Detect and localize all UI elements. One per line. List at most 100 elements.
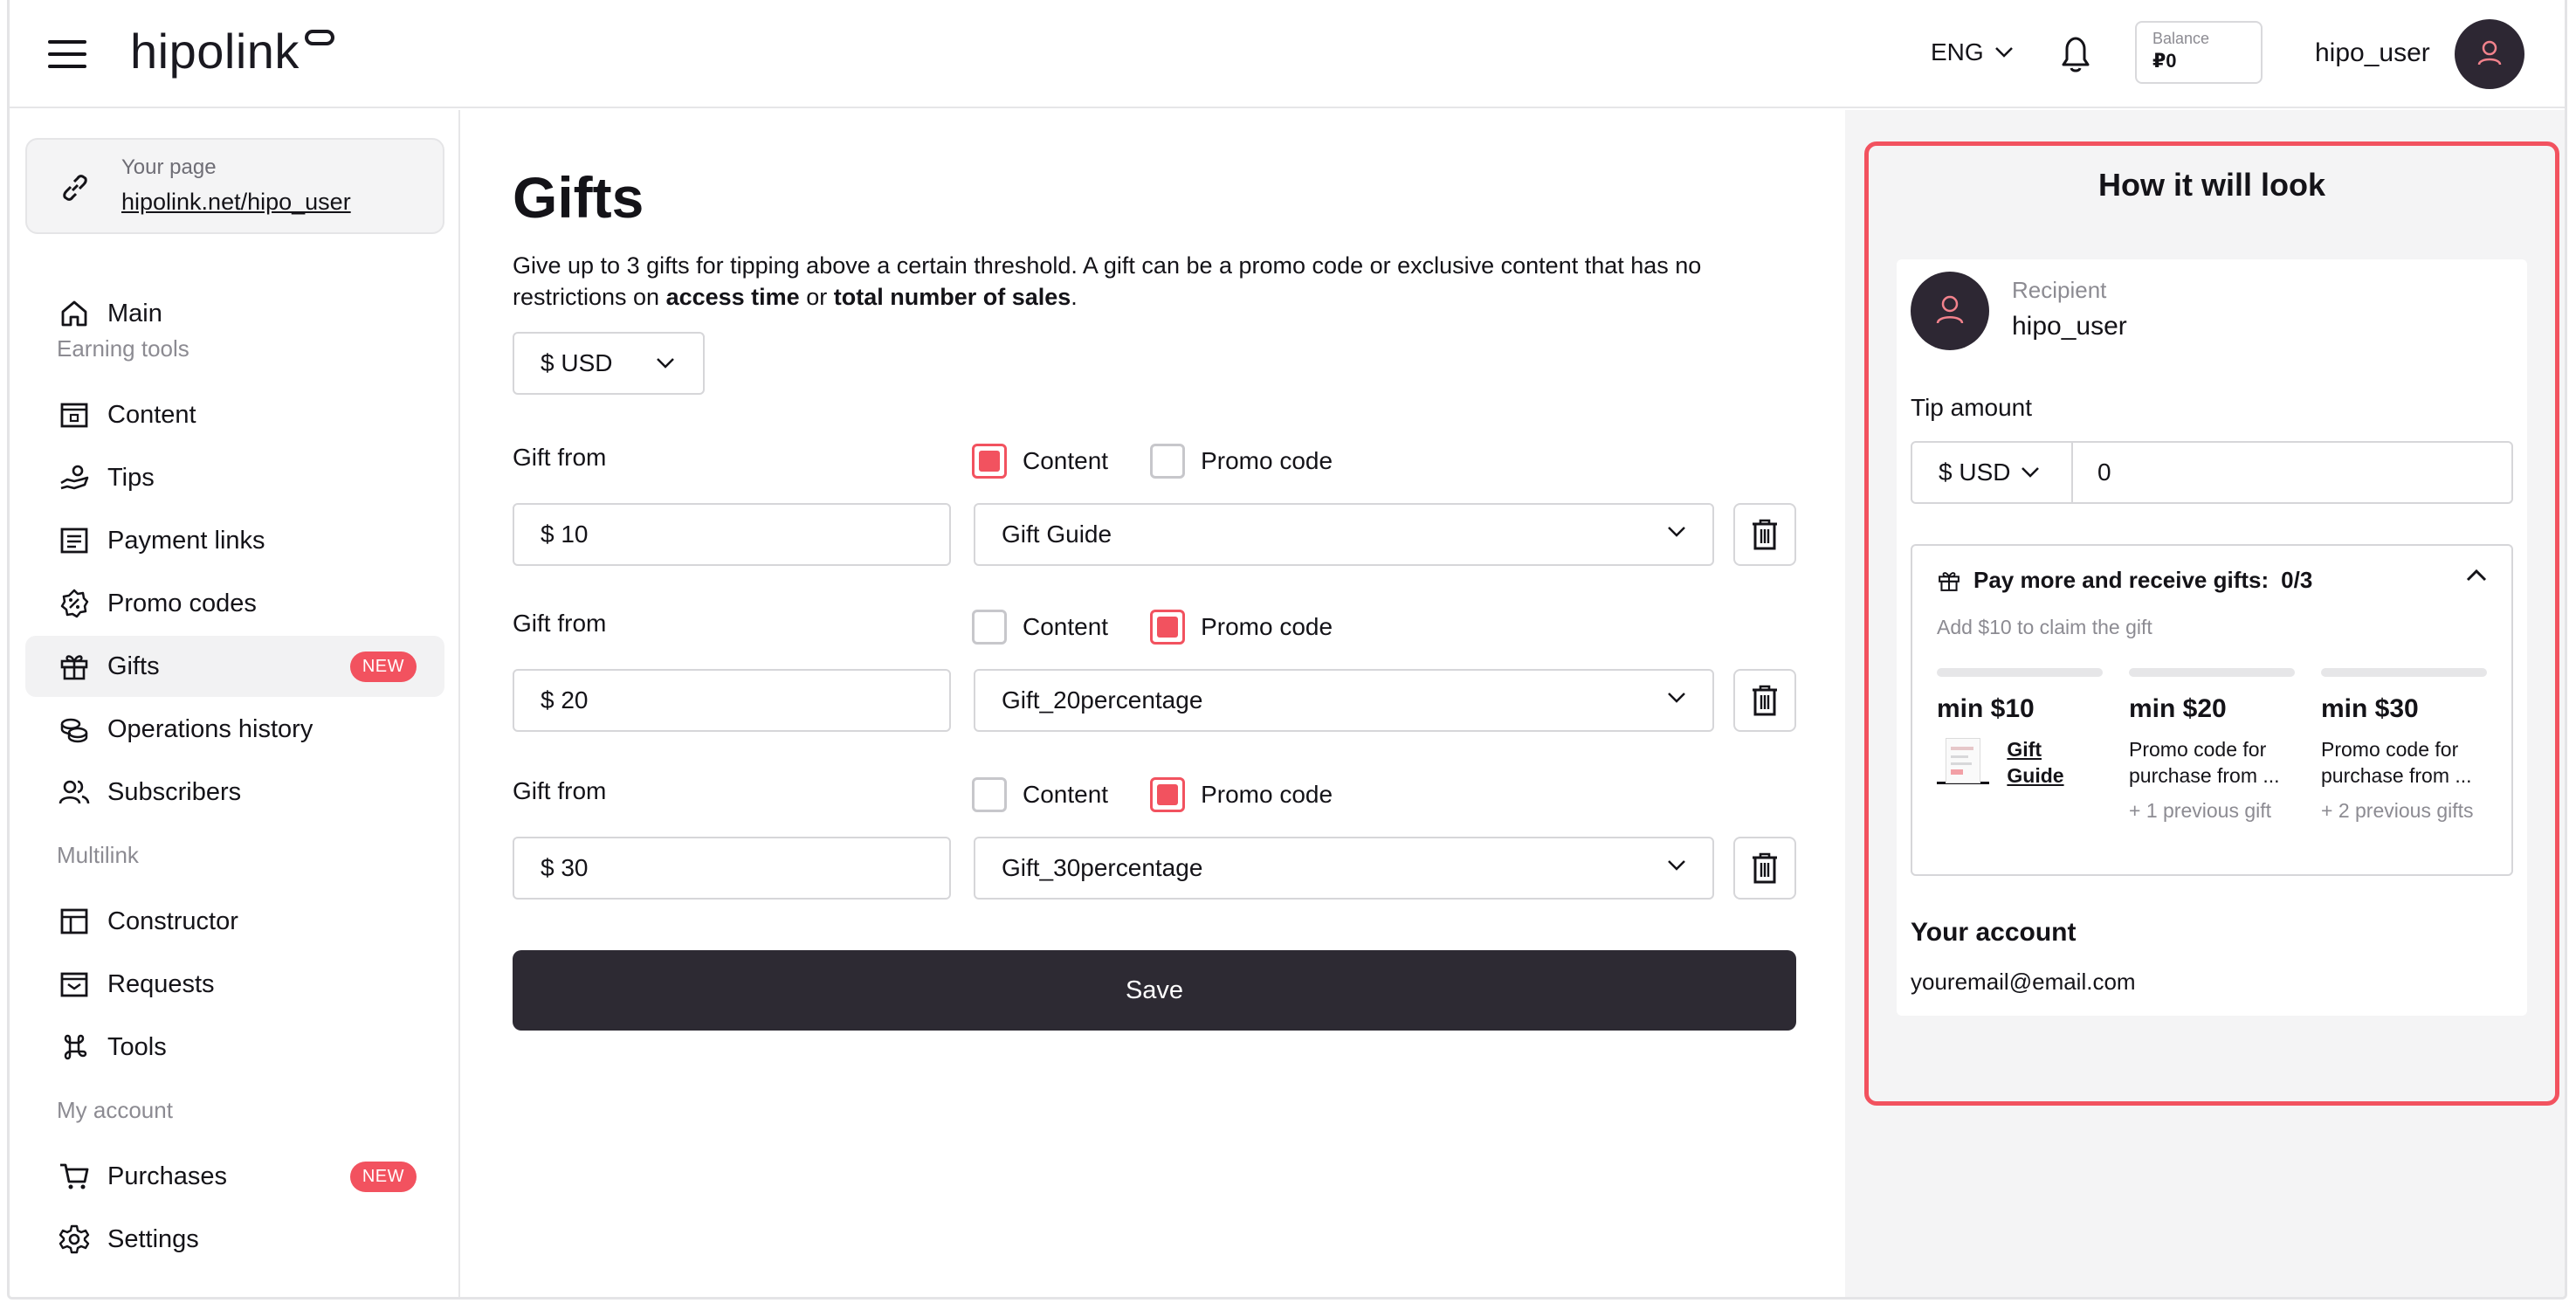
logo-mark-icon xyxy=(305,30,334,45)
tier-gift: Gift Guide xyxy=(1937,736,2104,789)
tip-amount-label: Tip amount xyxy=(1911,394,2033,421)
preview-title: How it will look xyxy=(2098,167,2325,203)
chevron-up-icon[interactable] xyxy=(2466,569,2487,583)
content-option[interactable]: Content xyxy=(972,444,1108,479)
sidebar-item-label: Gifts xyxy=(107,652,160,680)
gifts-panel-header: Pay more and receive gifts: 0/3 xyxy=(1937,567,2312,594)
sidebar-item-gifts[interactable]: Gifts NEW xyxy=(25,636,444,697)
gift-link-line: Guide xyxy=(2007,764,2064,787)
bell-icon[interactable] xyxy=(2056,33,2095,75)
tier-gift: Promo code for purchase from ... xyxy=(2129,738,2280,787)
gift-type-group: Content Promo code xyxy=(972,444,1359,479)
recipient-avatar xyxy=(1911,272,1989,350)
trash-icon xyxy=(1753,519,1777,550)
sidebar-item-purchases[interactable]: Purchases NEW xyxy=(25,1146,444,1207)
language-selector[interactable]: ENG xyxy=(1931,38,2014,66)
sidebar-item-label: Settings xyxy=(107,1224,199,1253)
tips-icon xyxy=(57,460,92,495)
top-header: hipolink ENG Balance ₽0 hipo_user xyxy=(10,0,2565,108)
promo-option[interactable]: Promo code xyxy=(1150,777,1333,812)
gift-amount-input[interactable]: $ 20 xyxy=(513,669,951,732)
content-checkbox[interactable] xyxy=(972,444,1007,479)
trash-icon xyxy=(1753,685,1777,716)
delete-gift-button[interactable] xyxy=(1733,503,1796,566)
tier-min: min $20 xyxy=(2129,694,2227,723)
account-email: youremail@email.com xyxy=(1911,969,2136,995)
content-checkbox[interactable] xyxy=(972,777,1007,812)
gift-from-label: Gift from xyxy=(513,610,607,637)
tier-progress-bar xyxy=(2321,668,2487,677)
desc-text: or xyxy=(799,284,834,310)
section-my-account: My account xyxy=(57,1097,173,1123)
content-option-label: Content xyxy=(1023,447,1109,474)
command-icon xyxy=(57,1030,92,1065)
currency-select[interactable]: $ USD xyxy=(513,332,705,395)
save-button[interactable]: Save xyxy=(513,950,1796,1031)
sidebar-item-tools[interactable]: Tools xyxy=(25,1017,444,1078)
gift-guide-link[interactable]: Gift Guide xyxy=(2007,736,2063,789)
gear-icon xyxy=(57,1222,92,1257)
delete-gift-button[interactable] xyxy=(1733,669,1796,732)
logo[interactable]: hipolink xyxy=(130,23,300,79)
gift-type-group: Content Promo code xyxy=(972,610,1359,645)
your-page-link[interactable]: hipolink.net/hipo_user xyxy=(121,189,351,216)
user-avatar[interactable] xyxy=(2455,19,2524,89)
sidebar-item-label: Promo codes xyxy=(107,589,257,617)
section-earning-tools: Earning tools xyxy=(57,335,189,362)
cart-icon xyxy=(57,1159,92,1194)
tip-amount-input[interactable]: 0 xyxy=(2097,458,2111,486)
balance-widget[interactable]: Balance ₽0 xyxy=(2135,21,2263,84)
users-icon xyxy=(57,775,92,810)
new-badge: NEW xyxy=(349,652,417,682)
promo-checkbox[interactable] xyxy=(1150,777,1186,812)
gift-item-value: Gift Guide xyxy=(1002,521,1112,548)
sidebar-item-promo-codes[interactable]: Promo codes xyxy=(25,573,444,634)
balance-label: Balance xyxy=(2152,30,2210,47)
sidebar-item-constructor[interactable]: Constructor xyxy=(25,891,444,952)
gift-item-select[interactable]: Gift_20percentage xyxy=(974,669,1714,732)
sidebar-item-tips[interactable]: Tips xyxy=(25,447,444,508)
gift-item-select[interactable]: Gift Guide xyxy=(974,503,1714,566)
tip-amount-field: $ USD 0 xyxy=(1911,441,2513,504)
new-badge: NEW xyxy=(349,1162,417,1192)
content-checkbox[interactable] xyxy=(972,610,1007,645)
gifts-panel-title: Pay more and receive gifts: xyxy=(1973,567,2269,593)
chevron-down-icon xyxy=(657,358,675,369)
content-option[interactable]: Content xyxy=(972,610,1108,645)
gift-from-label: Gift from xyxy=(513,777,607,804)
gift-amount-input[interactable]: $ 30 xyxy=(513,837,951,900)
header-username[interactable]: hipo_user xyxy=(2315,38,2430,68)
gifts-count: 0/3 xyxy=(2281,567,2313,593)
promo-checkbox[interactable] xyxy=(1150,444,1186,479)
promo-option[interactable]: Promo code xyxy=(1150,444,1333,479)
user-icon xyxy=(1936,295,1964,324)
promo-checkbox[interactable] xyxy=(1150,610,1186,645)
sidebar-item-settings[interactable]: Settings xyxy=(25,1209,444,1270)
gift-item-select[interactable]: Gift_30percentage xyxy=(974,837,1714,900)
gift-from-label: Gift from xyxy=(513,444,607,471)
sidebar-item-requests[interactable]: Requests xyxy=(25,954,444,1015)
sidebar-item-label: Purchases xyxy=(107,1162,228,1190)
sidebar: Your page hipolink.net/hipo_user Main Ea… xyxy=(10,110,460,1297)
gift-amount-input[interactable]: $ 10 xyxy=(513,503,951,566)
sidebar-item-label: Tips xyxy=(107,463,155,492)
sidebar-item-payment-links[interactable]: Payment links xyxy=(25,510,444,571)
content-option[interactable]: Content xyxy=(972,777,1108,812)
promo-option[interactable]: Promo code xyxy=(1150,610,1333,645)
user-icon xyxy=(2477,40,2502,66)
tier-min: min $10 xyxy=(1937,694,2035,723)
tier-progress-bar xyxy=(2129,668,2295,677)
trash-icon xyxy=(1753,852,1777,884)
tip-currency-select[interactable]: $ USD xyxy=(1912,443,2073,502)
sidebar-item-content[interactable]: Content xyxy=(25,384,444,445)
sidebar-item-subscribers[interactable]: Subscribers xyxy=(25,762,444,823)
promo-code-icon xyxy=(57,586,92,621)
sidebar-item-operations-history[interactable]: Operations history xyxy=(25,699,444,760)
recipient-name: hipo_user xyxy=(2012,312,2127,341)
sidebar-item-label: Operations history xyxy=(107,714,313,743)
your-page-card[interactable]: Your page hipolink.net/hipo_user xyxy=(25,138,444,234)
menu-icon[interactable] xyxy=(48,40,86,68)
inbox-icon xyxy=(57,967,92,1002)
delete-gift-button[interactable] xyxy=(1733,837,1796,900)
sidebar-item-label: Requests xyxy=(107,969,215,998)
